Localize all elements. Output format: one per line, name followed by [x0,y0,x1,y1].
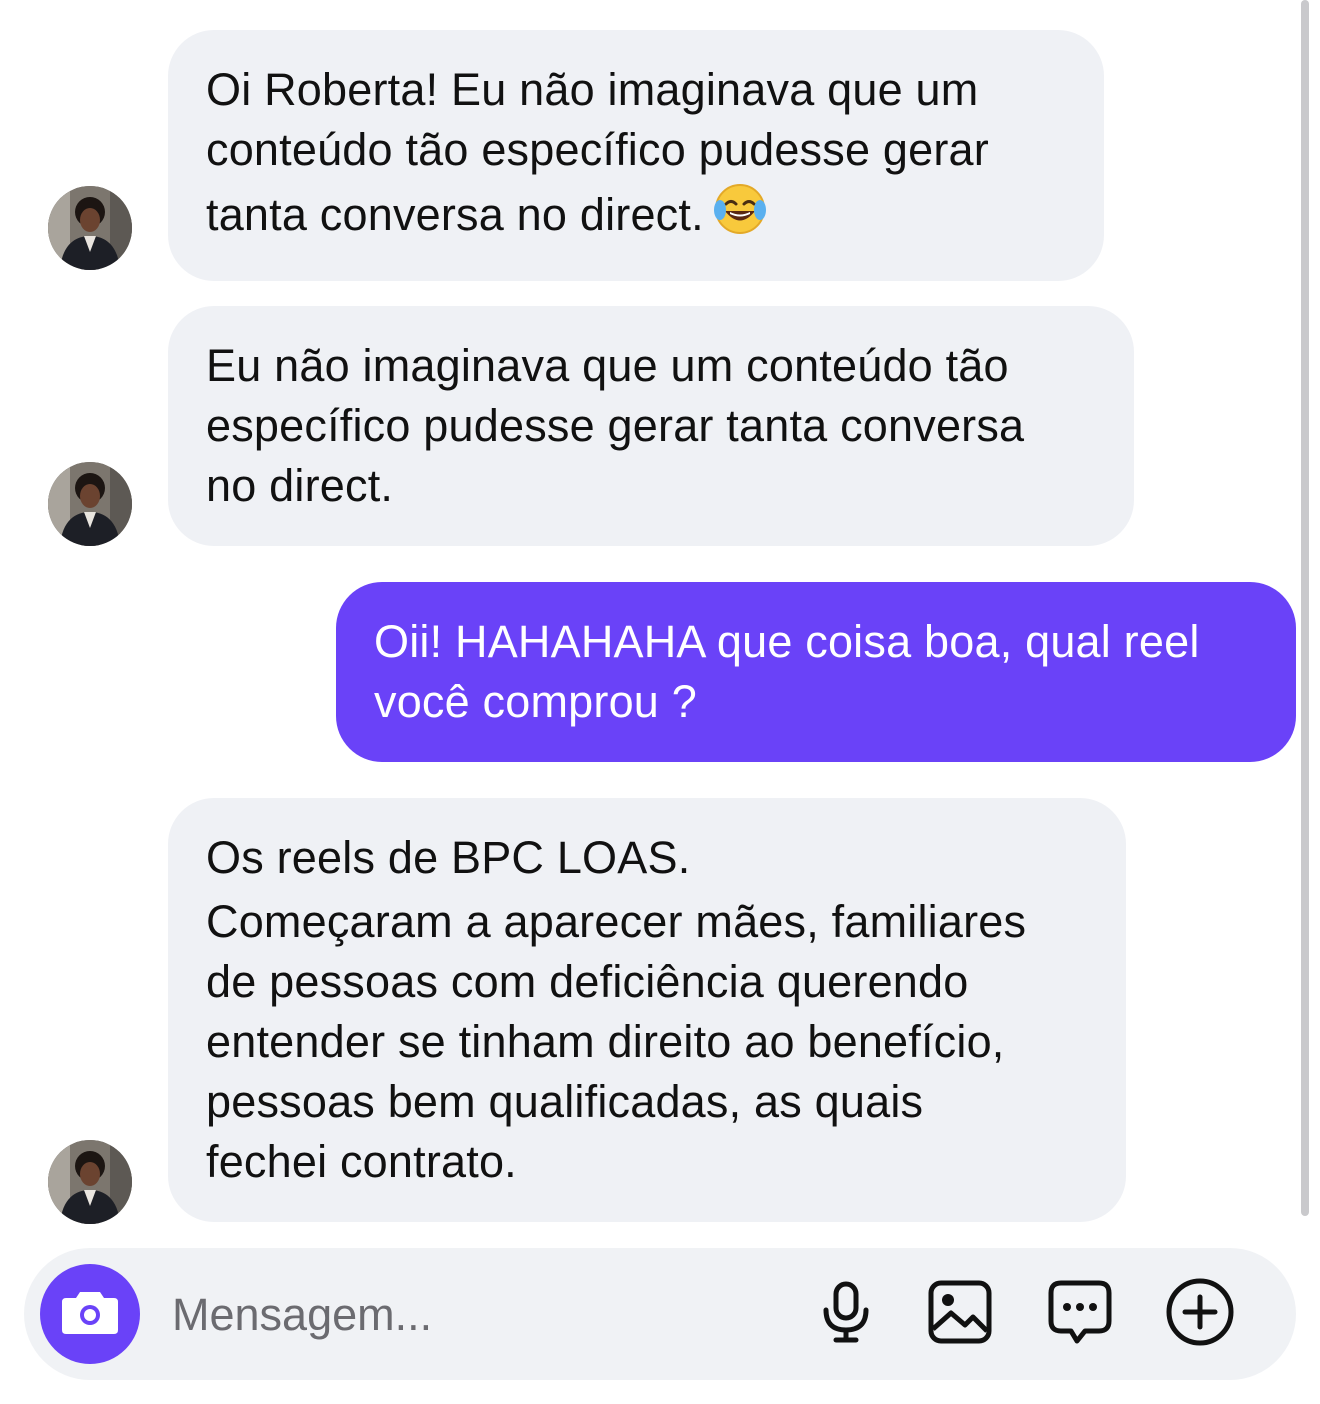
message-text-line: no direct. [206,460,394,511]
message-text-line: tanta conversa no direct. [206,180,1066,251]
avatar-photo [48,186,132,270]
incoming-message-bubble[interactable]: Oi Roberta! Eu não imaginava que um cont… [168,30,1104,281]
message-text-line: específico pudesse gerar tanta conversa [206,400,1025,451]
sticker-chat-button[interactable] [1044,1278,1116,1350]
message-text-line: pessoas bem qualificadas, as quais [206,1076,924,1127]
message-text-line: Começaram a aparecer mães, familiares [206,896,1027,947]
microphone-button[interactable] [810,1278,882,1350]
incoming-message-bubble[interactable]: Eu não imaginava que um conteúdo tão esp… [168,306,1134,546]
message-composer [24,1248,1296,1380]
camera-button[interactable] [40,1264,140,1364]
microphone-icon [818,1280,874,1349]
contact-avatar[interactable] [48,186,132,270]
message-text-line: você comprou ? [374,676,697,727]
message-text-line: Eu não imaginava que um conteúdo tão [206,340,1009,391]
message-text-line: entender se tinham direito ao benefício, [206,1016,1005,1067]
contact-avatar[interactable] [48,462,132,546]
message-text-line: fechei contrato. [206,1136,517,1187]
sticker-chat-icon [1047,1279,1113,1350]
camera-icon [60,1286,120,1343]
incoming-message-bubble[interactable]: Os reels de BPC LOAS. Começaram a aparec… [168,798,1126,1222]
message-text-line: Oii! HAHAHAHA que coisa boa, qual reel [374,616,1200,667]
message-text-line: de pessoas com deficiência querendo [206,956,969,1007]
laughing-emoji-icon [712,180,768,251]
message-input[interactable] [170,1278,774,1352]
add-button[interactable] [1164,1278,1236,1350]
plus-circle-icon [1165,1277,1235,1352]
outgoing-message-bubble[interactable]: Oii! HAHAHAHA que coisa boa, qual reel v… [336,582,1296,762]
chat-screen: Oi Roberta! Eu não imaginava que um cont… [0,0,1320,1404]
avatar-photo [48,462,132,546]
scrollbar[interactable] [1301,0,1309,1216]
contact-avatar[interactable] [48,1140,132,1224]
message-text: tanta conversa no direct. [206,189,704,240]
gallery-icon [927,1279,993,1350]
message-text-line: conteúdo tão específico pudesse gerar [206,124,989,175]
avatar-photo [48,1140,132,1224]
gallery-button[interactable] [924,1278,996,1350]
message-text-line: Oi Roberta! Eu não imaginava que um [206,64,979,115]
message-text-line: Os reels de BPC LOAS. [206,832,691,883]
